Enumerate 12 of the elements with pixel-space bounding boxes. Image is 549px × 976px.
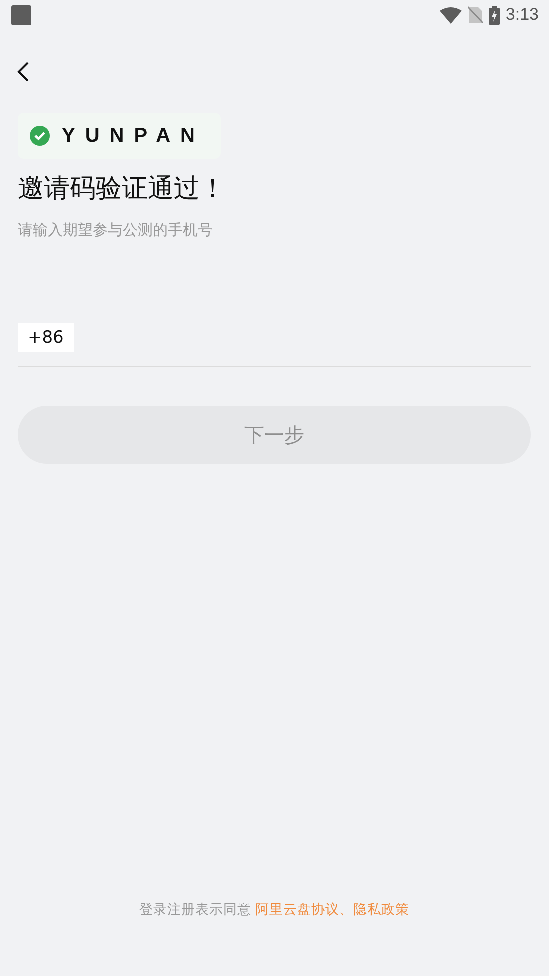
notification-icon: [11, 4, 32, 26]
wifi-icon: [440, 6, 462, 24]
clock-time: 3:13: [506, 5, 539, 25]
brand-name: YUNPAN: [62, 124, 205, 148]
agreement-notice: 登录注册表示同意 阿里云盘协议、隐私政策: [138, 901, 411, 919]
subtitle: 请输入期望参与公测的手机号: [18, 221, 214, 240]
country-code-selector[interactable]: +86: [18, 322, 74, 352]
battery-charging-icon: [488, 6, 500, 24]
page-title: 邀请码验证通过！: [18, 173, 227, 206]
no-sim-icon: [468, 6, 483, 24]
check-circle-icon: [30, 126, 50, 146]
phone-input-field[interactable]: +86: [18, 320, 531, 367]
